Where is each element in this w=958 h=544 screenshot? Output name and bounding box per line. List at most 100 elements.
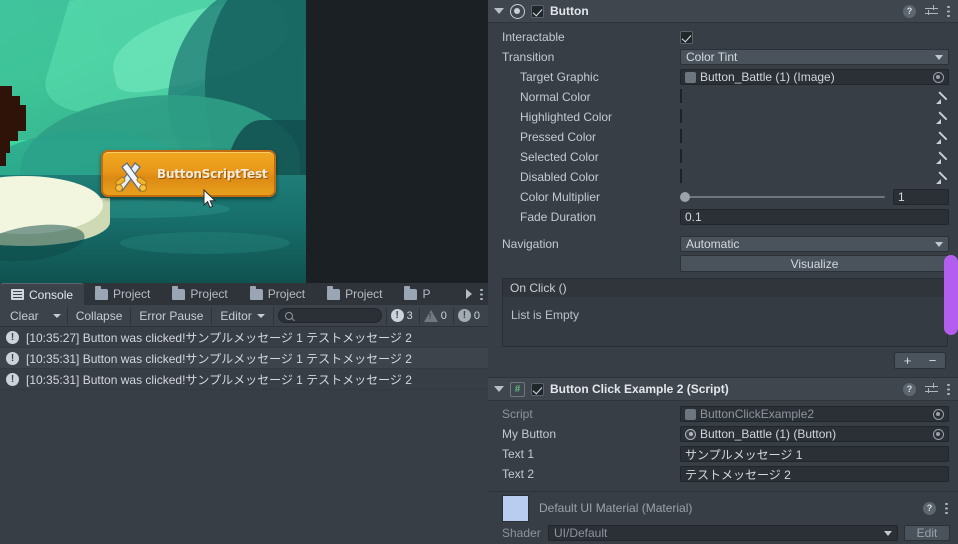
text-1-label: Text 1 bbox=[502, 447, 535, 461]
material-header[interactable]: Default UI Material (Material) bbox=[488, 492, 958, 524]
button-component-header[interactable]: Button bbox=[488, 0, 958, 23]
row-selected-color: Selected Color bbox=[488, 147, 958, 167]
script-component-icon: # bbox=[510, 381, 525, 397]
fade-duration-label: Fade Duration bbox=[520, 210, 597, 224]
row-pressed-color: Pressed Color bbox=[488, 127, 958, 147]
on-click-list[interactable]: List is Empty bbox=[503, 297, 947, 346]
transition-dropdown[interactable]: Color Tint bbox=[680, 49, 949, 65]
tab-project-5[interactable]: P bbox=[393, 283, 432, 305]
eyedropper-icon[interactable] bbox=[936, 110, 952, 124]
selected-color-label: Selected Color bbox=[520, 150, 599, 164]
help-icon[interactable] bbox=[903, 4, 916, 18]
normal-color-swatch[interactable] bbox=[680, 88, 682, 104]
tab-project-1[interactable]: Project bbox=[84, 283, 161, 305]
console-log-list[interactable]: [10:35:27] Button was clicked!サンプルメッセージ … bbox=[0, 327, 488, 390]
add-label: + bbox=[903, 352, 912, 368]
script-component-title: Button Click Example 2 (Script) bbox=[550, 382, 729, 396]
text-2-value: テストメッセージ 2 bbox=[685, 467, 791, 482]
clear-dropdown-button[interactable] bbox=[47, 306, 68, 325]
object-picker-icon[interactable] bbox=[933, 408, 944, 420]
console-toolbar: Clear Collapse Error Pause Editor ! 3 ! … bbox=[0, 305, 488, 327]
eyedropper-icon[interactable] bbox=[936, 170, 952, 184]
eyedropper-icon[interactable] bbox=[936, 130, 952, 144]
collapse-label: Collapse bbox=[75, 308, 123, 323]
my-button-objectfield[interactable]: Button_Battle (1) (Button) bbox=[680, 426, 949, 442]
text-1-input[interactable]: サンプルメッセージ 1 bbox=[680, 446, 949, 462]
chevron-down-icon bbox=[52, 313, 61, 318]
interactable-checkbox[interactable] bbox=[680, 30, 693, 44]
row-target-graphic: Target Graphic Button_Battle (1) (Image) bbox=[488, 67, 958, 87]
foldout-arrow-icon[interactable] bbox=[494, 8, 504, 14]
error-count-toggle[interactable]: 3 bbox=[385, 306, 419, 325]
tab-project-4[interactable]: Project bbox=[316, 283, 393, 305]
game-canvas[interactable]: ButtonScriptTest bbox=[0, 0, 306, 283]
add-listener-button[interactable]: + bbox=[895, 353, 920, 368]
preset-icon[interactable] bbox=[925, 4, 938, 18]
preset-icon[interactable] bbox=[925, 382, 938, 396]
chevron-down-icon bbox=[935, 54, 943, 60]
tab-project-3[interactable]: Project bbox=[239, 283, 316, 305]
log-text: [10:35:31] Button was clicked!サンプルメッセージ … bbox=[26, 372, 412, 387]
color-multiplier-slider[interactable] bbox=[680, 192, 885, 202]
object-picker-icon[interactable] bbox=[933, 71, 944, 83]
inspector-scrollbar[interactable] bbox=[944, 255, 958, 335]
visualize-button[interactable]: Visualize bbox=[680, 255, 949, 272]
remove-listener-button[interactable]: − bbox=[920, 353, 945, 368]
log-row[interactable]: [10:35:31] Button was clicked!サンプルメッセージ … bbox=[0, 369, 488, 390]
shader-edit-button[interactable]: Edit bbox=[904, 525, 950, 541]
script-enabled-checkbox[interactable] bbox=[531, 382, 544, 396]
script-label: Script bbox=[502, 407, 533, 421]
more-menu-icon[interactable] bbox=[945, 502, 948, 515]
more-menu-icon[interactable] bbox=[947, 383, 950, 396]
log-row[interactable]: [10:35:31] Button was clicked!サンプルメッセージ … bbox=[0, 348, 488, 369]
warning-count-toggle[interactable]: 0 bbox=[418, 306, 453, 325]
fade-duration-value: 0.1 bbox=[685, 210, 702, 224]
pixel-sprite bbox=[0, 141, 10, 153]
shader-dropdown[interactable]: UI/Default bbox=[548, 525, 898, 541]
eyedropper-icon[interactable] bbox=[936, 150, 952, 164]
collapse-button[interactable]: Collapse bbox=[68, 306, 132, 325]
error-count: 3 bbox=[406, 309, 413, 322]
info-count-toggle[interactable]: 0 bbox=[452, 306, 486, 325]
selected-color-swatch[interactable] bbox=[680, 148, 682, 164]
error-icon bbox=[6, 351, 19, 365]
tab-project-2[interactable]: Project bbox=[161, 283, 238, 305]
row-shader: Shader UI/Default Edit bbox=[488, 524, 958, 542]
disabled-color-swatch[interactable] bbox=[680, 168, 682, 184]
slider-handle[interactable] bbox=[680, 192, 690, 202]
editor-dropdown-button[interactable]: Editor bbox=[212, 306, 274, 325]
text-2-input[interactable]: テストメッセージ 2 bbox=[680, 466, 949, 482]
more-menu-icon[interactable] bbox=[947, 5, 950, 18]
crossed-swords-icon bbox=[109, 155, 153, 193]
log-text: [10:35:27] Button was clicked!サンプルメッセージ … bbox=[26, 330, 412, 345]
help-icon[interactable] bbox=[903, 382, 916, 396]
edit-label: Edit bbox=[916, 526, 938, 540]
search-input[interactable] bbox=[277, 308, 382, 323]
tab-console[interactable]: Console bbox=[0, 283, 85, 305]
pixel-sprite bbox=[0, 105, 26, 131]
color-multiplier-label: Color Multiplier bbox=[520, 190, 601, 204]
button-enabled-checkbox[interactable] bbox=[531, 4, 544, 18]
pixel-sprite bbox=[0, 96, 20, 105]
button-asset-icon bbox=[685, 428, 696, 440]
log-row[interactable]: [10:35:27] Button was clicked!サンプルメッセージ … bbox=[0, 327, 488, 348]
fade-duration-input[interactable]: 0.1 bbox=[680, 209, 949, 225]
target-graphic-objectfield[interactable]: Button_Battle (1) (Image) bbox=[680, 69, 949, 85]
error-pause-button[interactable]: Error Pause bbox=[131, 306, 213, 325]
object-picker-icon[interactable] bbox=[933, 428, 944, 440]
error-icon bbox=[6, 372, 19, 386]
tab-menu-icon[interactable] bbox=[480, 288, 483, 301]
script-component-header[interactable]: # Button Click Example 2 (Script) bbox=[488, 378, 958, 401]
help-icon[interactable] bbox=[923, 501, 936, 515]
game-view[interactable]: ButtonScriptTest bbox=[0, 0, 488, 283]
eyedropper-icon[interactable] bbox=[936, 90, 952, 104]
clear-button[interactable]: Clear bbox=[2, 307, 47, 325]
game-ui-button[interactable]: ButtonScriptTest bbox=[101, 150, 276, 197]
navigation-dropdown[interactable]: Automatic bbox=[680, 236, 949, 252]
foldout-arrow-icon[interactable] bbox=[494, 386, 504, 392]
script-objectfield[interactable]: ButtonClickExample2 bbox=[680, 406, 949, 422]
color-multiplier-value-field[interactable]: 1 bbox=[893, 189, 949, 205]
pressed-color-swatch[interactable] bbox=[680, 128, 682, 144]
tab-next-icon[interactable] bbox=[466, 289, 472, 299]
highlighted-color-swatch[interactable] bbox=[680, 108, 682, 124]
